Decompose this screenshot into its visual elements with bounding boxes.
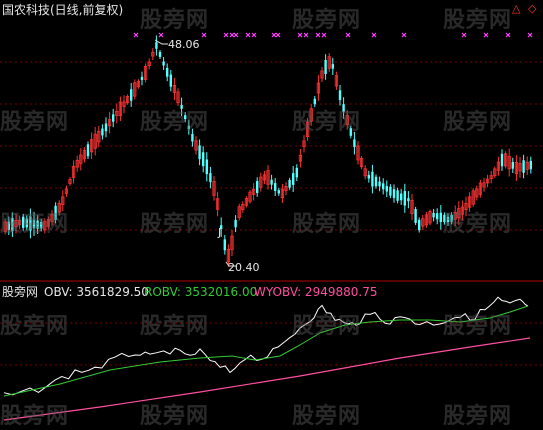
- candle-body: [234, 219, 237, 228]
- low-price-label: 20.40: [228, 261, 260, 274]
- watermark: 股旁网: [140, 404, 210, 429]
- candle-body: [338, 90, 342, 101]
- watermark: 股旁网: [0, 404, 70, 429]
- candle-body: [202, 152, 205, 167]
- watermark: 股旁网: [292, 314, 362, 339]
- candle-body: [205, 159, 208, 175]
- candle-body: [223, 239, 226, 251]
- candle-body: [274, 183, 277, 191]
- watermark: 股旁网: [443, 8, 513, 33]
- candle-body: [140, 76, 144, 81]
- candle-body: [389, 186, 392, 196]
- candle-body: [367, 174, 370, 179]
- watermark: 股旁网: [0, 110, 70, 135]
- candle-body: [270, 179, 273, 185]
- candle-body: [292, 173, 295, 185]
- candle-body: [209, 173, 212, 183]
- candle-body: [101, 128, 104, 136]
- triangle-up-icon[interactable]: △: [512, 3, 520, 15]
- candle-body: [403, 191, 406, 206]
- candle-body: [353, 139, 356, 147]
- candle-body: [155, 42, 158, 49]
- candle-body: [86, 144, 90, 157]
- candle-body: [385, 185, 388, 192]
- watermark: 股旁网: [292, 110, 362, 135]
- candle-body: [158, 52, 162, 57]
- candle-body: [112, 114, 115, 122]
- watermark: 股旁网: [443, 212, 513, 237]
- watermark: 股旁网: [140, 8, 210, 33]
- candle-body: [436, 213, 439, 220]
- watermark: 股旁网: [292, 212, 362, 237]
- candle-body: [371, 171, 374, 187]
- watermark: 股旁网: [140, 212, 210, 237]
- watermark: 股旁网: [292, 8, 362, 33]
- candle-body: [529, 160, 532, 170]
- watermark: 股旁网: [443, 404, 513, 429]
- indicator-name: 股旁网: [2, 285, 39, 299]
- candle-body: [295, 167, 298, 178]
- wyobv-value: WYOBV: 2949880.75: [254, 285, 378, 299]
- candle-body: [198, 145, 201, 160]
- candle-body: [418, 219, 421, 231]
- candle-body: [396, 190, 399, 201]
- watermark: 股旁网: [0, 212, 70, 237]
- candle-body: [392, 189, 396, 198]
- candle-body: [378, 181, 381, 187]
- candle-body: [277, 190, 280, 194]
- watermark: 股旁网: [140, 110, 210, 135]
- robv-value: ROBV: 3532016.00: [144, 285, 258, 299]
- obv-value: OBV: 3561829.50: [44, 285, 149, 299]
- low-marker: J: [218, 226, 222, 239]
- watermark: 股旁网: [443, 314, 513, 339]
- candle-body: [324, 59, 327, 75]
- candle-body: [400, 193, 403, 201]
- candle-body: [414, 209, 417, 223]
- candle-body: [104, 123, 108, 132]
- candle-body: [331, 64, 334, 69]
- candle-body: [432, 212, 435, 218]
- candle-body: [522, 160, 525, 173]
- high-price-label: 48.06: [168, 38, 200, 51]
- candle-body: [382, 183, 385, 190]
- watermark: 股旁网: [140, 314, 210, 339]
- candle-body: [439, 212, 442, 223]
- diamond-icon[interactable]: ◇: [528, 3, 536, 15]
- candle-body: [511, 162, 514, 169]
- chart-title: 国农科技(日线,前复权): [2, 3, 124, 17]
- candle-body: [500, 153, 504, 167]
- candle-body: [374, 176, 378, 187]
- candle-body: [166, 67, 169, 77]
- candle-body: [130, 89, 133, 101]
- watermark: 股旁网: [292, 404, 362, 429]
- candle-body: [169, 74, 172, 87]
- candle-body: [162, 61, 165, 66]
- candle-body: [407, 198, 410, 202]
- candle-body: [256, 181, 259, 193]
- watermark: 股旁网: [0, 314, 70, 339]
- watermark: 股旁网: [443, 110, 513, 135]
- candle-body: [288, 179, 291, 188]
